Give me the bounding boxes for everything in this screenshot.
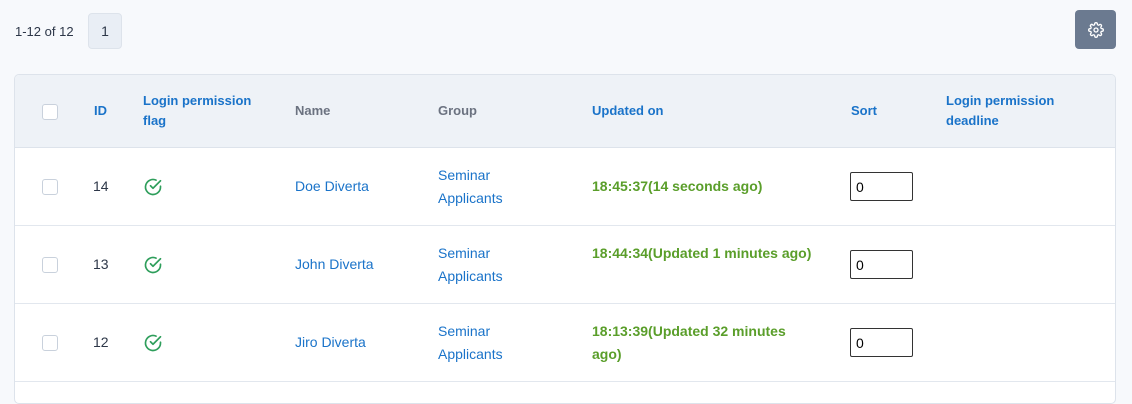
row-group-link[interactable]: Seminar Applicants [438, 320, 538, 366]
column-header-sort[interactable]: Sort [851, 101, 877, 121]
select-all-checkbox[interactable] [42, 104, 58, 120]
row-checkbox[interactable] [42, 335, 58, 351]
row-updated-on: 18:44:34(Updated 1 minutes ago) [592, 245, 812, 261]
row-id: 13 [93, 256, 109, 272]
column-header-id[interactable]: ID [94, 101, 107, 121]
data-table: ID Login permission flag Name Group Upda… [14, 74, 1116, 404]
row-checkbox[interactable] [42, 179, 58, 195]
list-toolbar: 1-12 of 12 1 [0, 0, 1132, 62]
check-circle-icon [144, 334, 162, 352]
column-header-login-flag[interactable]: Login permission flag [143, 91, 258, 131]
gear-icon [1087, 21, 1104, 38]
table-row: 14 Doe Diverta Seminar Applicants 18:45:… [15, 148, 1115, 226]
column-header-updated-on[interactable]: Updated on [592, 101, 664, 121]
row-updated-on: 18:45:37(14 seconds ago) [592, 178, 763, 194]
row-updated-on: 18:13:39(Updated 32 minutes ago) [592, 323, 786, 362]
table-header: ID Login permission flag Name Group Upda… [15, 75, 1115, 148]
check-circle-icon [144, 256, 162, 274]
row-name-link[interactable]: Jiro Diverta [295, 331, 366, 354]
sort-input[interactable] [850, 328, 913, 357]
check-circle-icon [144, 178, 162, 196]
table-row: 12 Jiro Diverta Seminar Applicants 18:13… [15, 304, 1115, 382]
settings-button[interactable] [1075, 10, 1116, 49]
row-name-link[interactable]: Doe Diverta [295, 175, 369, 198]
sort-input[interactable] [850, 172, 913, 201]
page-button-1[interactable]: 1 [88, 13, 122, 49]
row-checkbox[interactable] [42, 257, 58, 273]
column-header-group: Group [438, 103, 477, 118]
row-name-link[interactable]: John Diverta [295, 253, 374, 276]
row-group-link[interactable]: Seminar Applicants [438, 242, 538, 288]
sort-input[interactable] [850, 250, 913, 279]
row-id: 12 [93, 334, 109, 350]
row-id: 14 [93, 178, 109, 194]
table-row: 13 John Diverta Seminar Applicants 18:44… [15, 226, 1115, 304]
column-header-deadline[interactable]: Login permission deadline [946, 91, 1066, 131]
pagination-range: 1-12 of 12 [15, 24, 74, 39]
column-header-name: Name [295, 103, 331, 118]
row-group-link[interactable]: Seminar Applicants [438, 164, 538, 210]
